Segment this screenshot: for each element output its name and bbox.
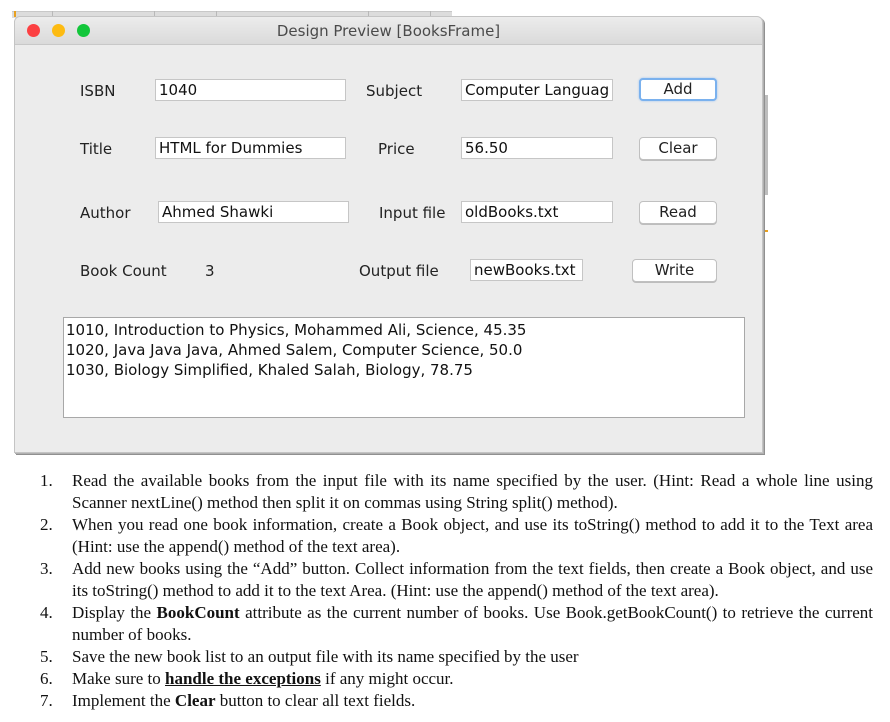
title-label: Title bbox=[80, 140, 113, 158]
background-panel-edge bbox=[763, 95, 768, 195]
input-file-field[interactable]: oldBooks.txt bbox=[461, 201, 613, 223]
instruction-item: 4. Display the BookCount attribute as th… bbox=[40, 602, 873, 646]
instruction-number: 1. bbox=[40, 471, 53, 490]
output-file-label: Output file bbox=[359, 262, 439, 280]
instruction-item: 2. When you read one book information, c… bbox=[40, 514, 873, 558]
instruction-item: 6. Make sure to handle the exceptions if… bbox=[40, 668, 873, 690]
books-text-area[interactable]: 1010, Introduction to Physics, Mohammed … bbox=[63, 317, 745, 418]
instruction-text: Read the available books from the input … bbox=[72, 471, 873, 512]
read-button[interactable]: Read bbox=[639, 201, 717, 224]
instruction-number: 3. bbox=[40, 559, 53, 578]
output-file-field[interactable]: newBooks.txt bbox=[470, 259, 583, 281]
instruction-text-bold-underlined: handle the exceptions bbox=[165, 669, 321, 688]
instruction-text: Save the new book list to an output file… bbox=[72, 647, 579, 666]
instruction-number: 7. bbox=[40, 691, 53, 710]
instruction-number: 6. bbox=[40, 669, 53, 688]
instruction-item: 5. Save the new book list to an output f… bbox=[40, 646, 873, 668]
input-file-label: Input file bbox=[379, 204, 446, 222]
instruction-number: 5. bbox=[40, 647, 53, 666]
instruction-text-bold: BookCount bbox=[156, 603, 240, 622]
isbn-label: ISBN bbox=[80, 82, 116, 100]
instruction-text-bold: Clear bbox=[174, 691, 216, 710]
subject-label: Subject bbox=[366, 82, 423, 100]
book-count-label: Book Count bbox=[80, 262, 167, 280]
instruction-text: When you read one book information, crea… bbox=[72, 515, 873, 556]
window-title: Design Preview [BooksFrame] bbox=[276, 22, 501, 40]
instruction-text-post: if any might occur. bbox=[320, 669, 454, 688]
price-field[interactable]: 56.50 bbox=[461, 137, 613, 159]
instruction-item: 3. Add new books using the “Add” button.… bbox=[40, 558, 873, 602]
book-count-value: 3 bbox=[205, 262, 215, 280]
add-button[interactable]: Add bbox=[639, 78, 717, 101]
instruction-text: Add new books using the “Add” button. Co… bbox=[72, 559, 873, 600]
isbn-field[interactable]: 1040 bbox=[155, 79, 346, 101]
books-frame-window: Design Preview [BooksFrame] ISBN 1040 Su… bbox=[14, 16, 763, 453]
text-area-line: 1010, Introduction to Physics, Mohammed … bbox=[66, 321, 527, 339]
title-bar: Design Preview [BooksFrame] bbox=[15, 17, 762, 45]
instruction-item: 7. Implement the Clear button to clear a… bbox=[40, 690, 873, 712]
text-area-line: 1030, Biology Simplified, Khaled Salah, … bbox=[66, 361, 473, 379]
clear-button[interactable]: Clear bbox=[639, 137, 717, 160]
instruction-text-pre: Make sure to bbox=[72, 669, 166, 688]
instruction-number: 4. bbox=[40, 603, 53, 622]
background-accent bbox=[763, 230, 768, 232]
instruction-number: 2. bbox=[40, 515, 53, 534]
author-field[interactable]: Ahmed Shawki bbox=[158, 201, 349, 223]
text-area-line: 1020, Java Java Java, Ahmed Salem, Compu… bbox=[66, 341, 523, 359]
instruction-text-pre: Display the bbox=[72, 603, 157, 622]
write-button[interactable]: Write bbox=[632, 259, 717, 282]
instructions-list: 1. Read the available books from the inp… bbox=[40, 470, 873, 712]
author-label: Author bbox=[80, 204, 131, 222]
instruction-item: 1. Read the available books from the inp… bbox=[40, 470, 873, 514]
subject-field[interactable]: Computer Languag bbox=[461, 79, 613, 101]
title-field[interactable]: HTML for Dummies bbox=[155, 137, 346, 159]
instruction-text-pre: Implement the bbox=[72, 691, 175, 710]
price-label: Price bbox=[378, 140, 415, 158]
instruction-text-post: button to clear all text fields. bbox=[215, 691, 416, 710]
